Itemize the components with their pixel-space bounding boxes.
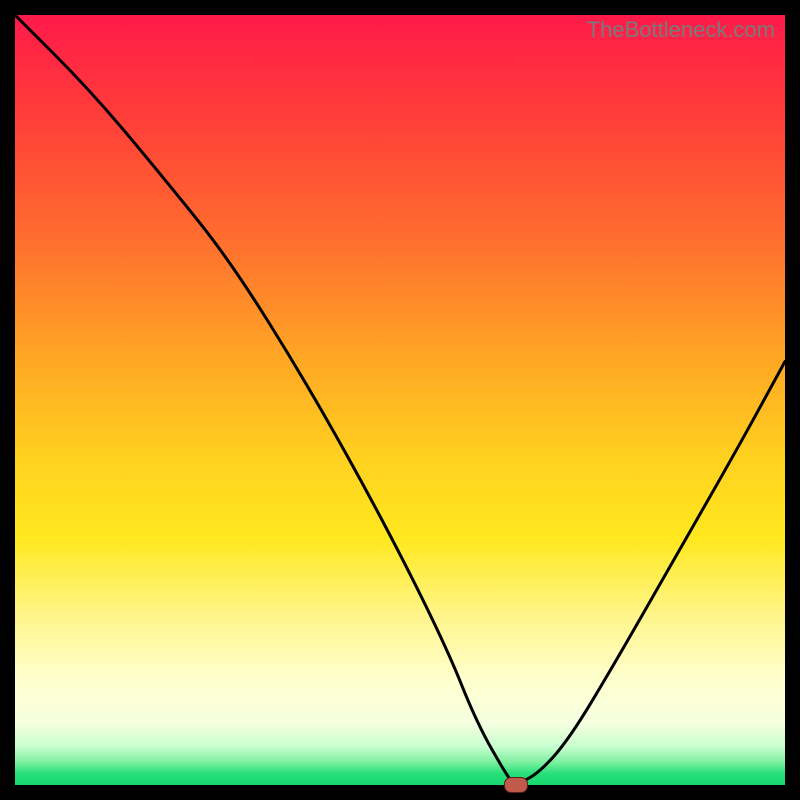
chart-plot-area: TheBottleneck.com	[15, 15, 785, 785]
watermark-label: TheBottleneck.com	[587, 17, 775, 43]
optimal-point-marker	[504, 777, 528, 793]
bottleneck-curve	[15, 15, 785, 785]
chart-frame: TheBottleneck.com	[0, 0, 800, 800]
